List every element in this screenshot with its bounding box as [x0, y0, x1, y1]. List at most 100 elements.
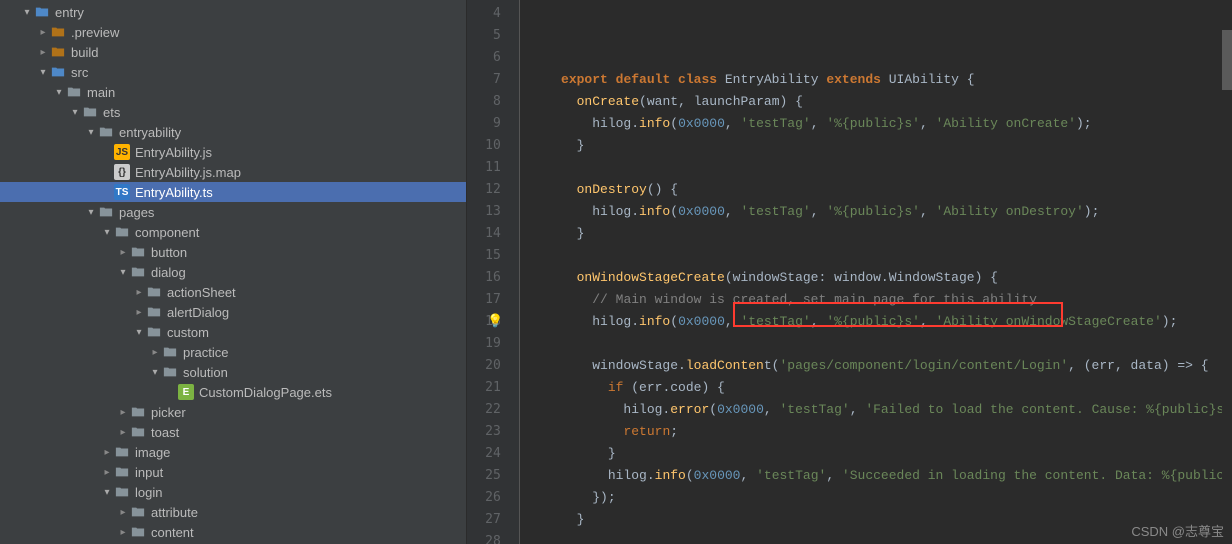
code-line[interactable]	[530, 333, 1232, 355]
tree-row[interactable]: solution	[0, 362, 466, 382]
tree-row[interactable]: .preview	[0, 22, 466, 42]
code-line[interactable]: export default class EntryAbility extend…	[530, 69, 1232, 91]
tree-row[interactable]: content	[0, 522, 466, 542]
tree-row[interactable]: build	[0, 42, 466, 62]
code-line[interactable]: }	[530, 443, 1232, 465]
code-area[interactable]: export default class EntryAbility extend…	[520, 0, 1232, 544]
tree-arrow-icon[interactable]	[116, 247, 130, 258]
scrollbar-thumb[interactable]	[1222, 30, 1232, 90]
tree-row[interactable]: picker	[0, 402, 466, 422]
tree-row[interactable]: custom	[0, 322, 466, 342]
code-line[interactable]: // Main window is created, set main page…	[530, 289, 1232, 311]
file-tree[interactable]: entry.previewbuild src mainets entryability…	[0, 0, 466, 542]
tree-label: src	[71, 65, 88, 80]
code-line[interactable]: onDestroy() {	[530, 179, 1232, 201]
tree-arrow-icon[interactable]	[36, 67, 50, 78]
tree-arrow-icon[interactable]	[116, 527, 130, 538]
file-tree-sidebar[interactable]: entry.previewbuild src mainets entryability…	[0, 0, 467, 544]
tree-row[interactable]: toast	[0, 422, 466, 442]
tree-arrow-icon[interactable]	[52, 87, 66, 98]
intention-bulb-icon[interactable]: 💡	[487, 311, 503, 333]
code-line[interactable]: });	[530, 487, 1232, 509]
tree-row[interactable]: button	[0, 242, 466, 262]
tree-row[interactable]: ets	[0, 102, 466, 122]
code-line[interactable]: hilog.error(0x0000, 'testTag', 'Failed t…	[530, 399, 1232, 421]
folder-icon	[114, 484, 130, 500]
line-number: 16	[467, 267, 501, 289]
tree-row[interactable]: main	[0, 82, 466, 102]
tree-arrow-icon[interactable]	[100, 227, 114, 238]
module-folder-icon	[50, 64, 66, 80]
code-line[interactable]: }	[530, 509, 1232, 531]
code-line[interactable]: return;	[530, 421, 1232, 443]
tree-row[interactable]: attribute	[0, 502, 466, 522]
folder-icon	[146, 284, 162, 300]
code-line[interactable]	[530, 531, 1232, 544]
tree-label: solution	[183, 365, 228, 380]
folder-icon	[130, 244, 146, 260]
editor-pane: 4567891011121314151617💡18192021222324252…	[467, 0, 1232, 544]
code-line[interactable]: windowStage.loadContent('pages/component…	[530, 355, 1232, 377]
tree-arrow-icon[interactable]	[100, 487, 114, 498]
tree-arrow-icon[interactable]	[116, 267, 130, 278]
code-line[interactable]: onWindowStageCreate(windowStage: window.…	[530, 267, 1232, 289]
tree-arrow-icon[interactable]	[36, 47, 50, 58]
tree-label: alertDialog	[167, 305, 229, 320]
tree-arrow-icon[interactable]	[148, 367, 162, 378]
code-line[interactable]: hilog.info(0x0000, 'testTag', 'Succeeded…	[530, 465, 1232, 487]
tree-label: button	[151, 245, 187, 260]
folder-icon	[146, 304, 162, 320]
tree-row[interactable]: actionSheet	[0, 282, 466, 302]
tree-arrow-icon[interactable]	[132, 307, 146, 318]
folder-icon	[162, 344, 178, 360]
code-line[interactable]: if (err.code) {	[530, 377, 1232, 399]
tree-arrow-icon[interactable]	[116, 427, 130, 438]
editor-vertical-scrollbar[interactable]	[1222, 0, 1232, 544]
tree-row[interactable]: src	[0, 62, 466, 82]
tree-row[interactable]: image	[0, 442, 466, 462]
code-line[interactable]	[530, 157, 1232, 179]
tree-label: toast	[151, 425, 179, 440]
tree-row[interactable]: JSEntryAbility.js	[0, 142, 466, 162]
tree-label: CustomDialogPage.ets	[199, 385, 332, 400]
tree-row[interactable]: component	[0, 222, 466, 242]
tree-label: pages	[119, 205, 154, 220]
code-line[interactable]	[530, 245, 1232, 267]
line-number: 24	[467, 443, 501, 465]
code-line[interactable]: }	[530, 135, 1232, 157]
tree-row[interactable]: pages	[0, 202, 466, 222]
tree-arrow-icon[interactable]	[132, 327, 146, 338]
tree-row[interactable]: input	[0, 462, 466, 482]
tree-row[interactable]: entry	[0, 2, 466, 22]
tree-arrow-icon[interactable]	[100, 467, 114, 478]
tree-arrow-icon[interactable]	[84, 207, 98, 218]
tree-row[interactable]: {}EntryAbility.js.map	[0, 162, 466, 182]
tree-row[interactable]: TSEntryAbility.ts	[0, 182, 466, 202]
code-line[interactable]: hilog.info(0x0000, 'testTag', '%{public}…	[530, 201, 1232, 223]
tree-label: entryability	[119, 125, 181, 140]
tree-arrow-icon[interactable]	[132, 287, 146, 298]
code-line[interactable]: hilog.info(0x0000, 'testTag', '%{public}…	[530, 311, 1232, 333]
code-line[interactable]	[530, 47, 1232, 69]
ts-file-icon: TS	[114, 184, 130, 200]
code-line[interactable]: }	[530, 223, 1232, 245]
folder-icon	[162, 364, 178, 380]
tree-row[interactable]: dialog	[0, 262, 466, 282]
tree-arrow-icon[interactable]	[20, 7, 34, 18]
tree-row[interactable]: entryability	[0, 122, 466, 142]
code-line[interactable]: hilog.info(0x0000, 'testTag', '%{public}…	[530, 113, 1232, 135]
line-number: 15	[467, 245, 501, 267]
tree-arrow-icon[interactable]	[116, 507, 130, 518]
tree-arrow-icon[interactable]	[36, 27, 50, 38]
tree-arrow-icon[interactable]	[148, 347, 162, 358]
tree-row[interactable]: login	[0, 482, 466, 502]
tree-row[interactable]: ECustomDialogPage.ets	[0, 382, 466, 402]
watermark: CSDN @志尊宝	[1131, 521, 1224, 540]
tree-arrow-icon[interactable]	[116, 407, 130, 418]
tree-row[interactable]: practice	[0, 342, 466, 362]
code-line[interactable]: onCreate(want, launchParam) {	[530, 91, 1232, 113]
tree-row[interactable]: alertDialog	[0, 302, 466, 322]
tree-arrow-icon[interactable]	[84, 127, 98, 138]
tree-arrow-icon[interactable]	[100, 447, 114, 458]
tree-arrow-icon[interactable]	[68, 107, 82, 118]
